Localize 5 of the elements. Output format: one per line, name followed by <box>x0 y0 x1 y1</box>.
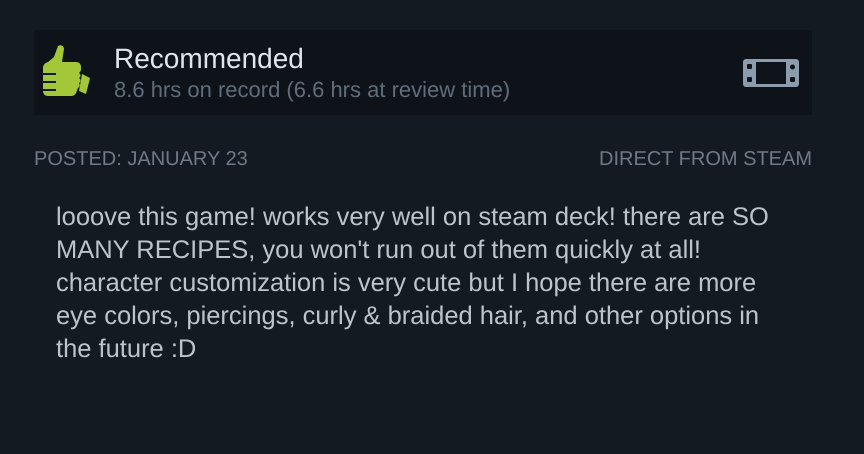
review-verdict: Recommended <box>114 42 305 76</box>
review-source: DIRECT FROM STEAM <box>599 147 812 171</box>
review-text: looove this game! works very well on steam deck! there are SO MANY RECIPES, you won't run out of them quickly at all! character customization is very cute but I hope there are more eye colors, piercings, curly & braided hair, and other options in the future :D <box>56 202 770 365</box>
posted-date: POSTED: JANUARY 23 <box>34 147 248 171</box>
playtime: 8.6 hrs on record (6.6 hrs at review time) <box>114 76 512 104</box>
